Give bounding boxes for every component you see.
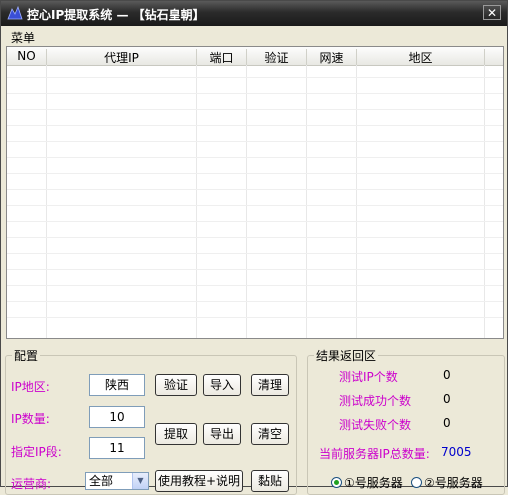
grid-line xyxy=(7,93,503,94)
grid-line xyxy=(356,65,357,338)
success-count-value: 0 xyxy=(443,392,451,406)
config-group-title: 配置 xyxy=(12,347,41,364)
extract-button[interactable]: 提取 xyxy=(155,423,197,445)
column-header-proxy-ip[interactable]: 代理IP xyxy=(47,49,197,65)
grid-line xyxy=(7,237,503,238)
radio-checked-icon[interactable] xyxy=(331,477,342,488)
ip-segment-input[interactable]: 11 xyxy=(89,437,145,459)
menu-bar: 菜单 xyxy=(5,27,505,47)
grid-line xyxy=(306,65,307,338)
grid-line xyxy=(7,109,503,110)
column-header-verify[interactable]: 验证 xyxy=(247,49,307,65)
ip-region-input[interactable]: 陕西 xyxy=(89,374,145,396)
fail-count-value: 0 xyxy=(443,416,451,430)
paste-button[interactable]: 黏贴 xyxy=(251,470,289,492)
server-total-value: 7005 xyxy=(441,445,472,459)
grid-line xyxy=(7,253,503,254)
isp-label: 运营商: xyxy=(11,477,52,491)
test-ip-count-value: 0 xyxy=(443,368,451,382)
column-header-speed[interactable]: 网速 xyxy=(307,49,357,65)
server-total-label: 当前服务器IP总数量: xyxy=(319,447,430,461)
grid-line xyxy=(7,269,503,270)
title-bar[interactable]: 控心IP提取系统 — 【钻石皇朝】 ✕ xyxy=(1,1,507,26)
ip-count-input[interactable]: 10 xyxy=(89,406,145,428)
ip-segment-label: 指定IP段: xyxy=(11,445,62,459)
isp-select-value: 全部 xyxy=(89,474,114,488)
grid-line xyxy=(46,65,47,338)
grid-line xyxy=(7,125,503,126)
grid-line xyxy=(7,317,503,318)
column-header-region[interactable]: 地区 xyxy=(357,49,485,65)
isp-select[interactable]: 全部 ▼ xyxy=(85,472,149,490)
grid-line xyxy=(7,205,503,206)
tutorial-button[interactable]: 使用教程+说明 xyxy=(155,470,243,492)
grid-line xyxy=(7,173,503,174)
main-window: 控心IP提取系统 — 【钻石皇朝】 ✕ 菜单 NO 代理IP 端口 验证 网速 … xyxy=(0,0,508,495)
grid-line xyxy=(196,65,197,338)
grid-line xyxy=(7,157,503,158)
success-count-label: 测试成功个数 xyxy=(339,394,412,408)
grid-line xyxy=(484,65,485,338)
import-button[interactable]: 导入 xyxy=(203,374,241,396)
clear-button[interactable]: 清理 xyxy=(251,374,289,396)
proxy-table[interactable]: NO 代理IP 端口 验证 网速 地区 xyxy=(6,46,504,339)
grid-line xyxy=(7,77,503,78)
window-title: 控心IP提取系统 — 【钻石皇朝】 xyxy=(27,8,205,22)
menu-item-menu[interactable]: 菜单 xyxy=(11,29,35,46)
server-2-radio[interactable]: ②号服务器 xyxy=(411,474,483,491)
grid-line xyxy=(7,285,503,286)
close-icon: ✕ xyxy=(486,6,498,20)
empty-button[interactable]: 清空 xyxy=(251,423,289,445)
ip-count-label: IP数量: xyxy=(11,412,50,426)
app-logo-icon xyxy=(7,6,23,20)
grid-line xyxy=(7,221,503,222)
radio-unchecked-icon[interactable] xyxy=(411,477,422,488)
ip-region-label: IP地区: xyxy=(11,380,50,394)
server-1-label: ①号服务器 xyxy=(344,476,403,490)
results-group-title: 结果返回区 xyxy=(314,347,379,364)
grid-line xyxy=(7,189,503,190)
close-button[interactable]: ✕ xyxy=(483,5,501,20)
export-button[interactable]: 导出 xyxy=(203,423,241,445)
table-header: NO 代理IP 端口 验证 网速 地区 xyxy=(7,47,503,66)
column-header-port[interactable]: 端口 xyxy=(197,49,247,65)
column-header-no[interactable]: NO xyxy=(7,49,47,65)
fail-count-label: 测试失败个数 xyxy=(339,418,412,432)
test-ip-count-label: 测试IP个数 xyxy=(339,370,398,384)
server-1-radio[interactable]: ①号服务器 xyxy=(331,474,403,491)
server-2-label: ②号服务器 xyxy=(424,476,483,490)
grid-line xyxy=(7,301,503,302)
grid-line xyxy=(7,141,503,142)
verify-button[interactable]: 验证 xyxy=(155,374,197,396)
grid-line xyxy=(246,65,247,338)
